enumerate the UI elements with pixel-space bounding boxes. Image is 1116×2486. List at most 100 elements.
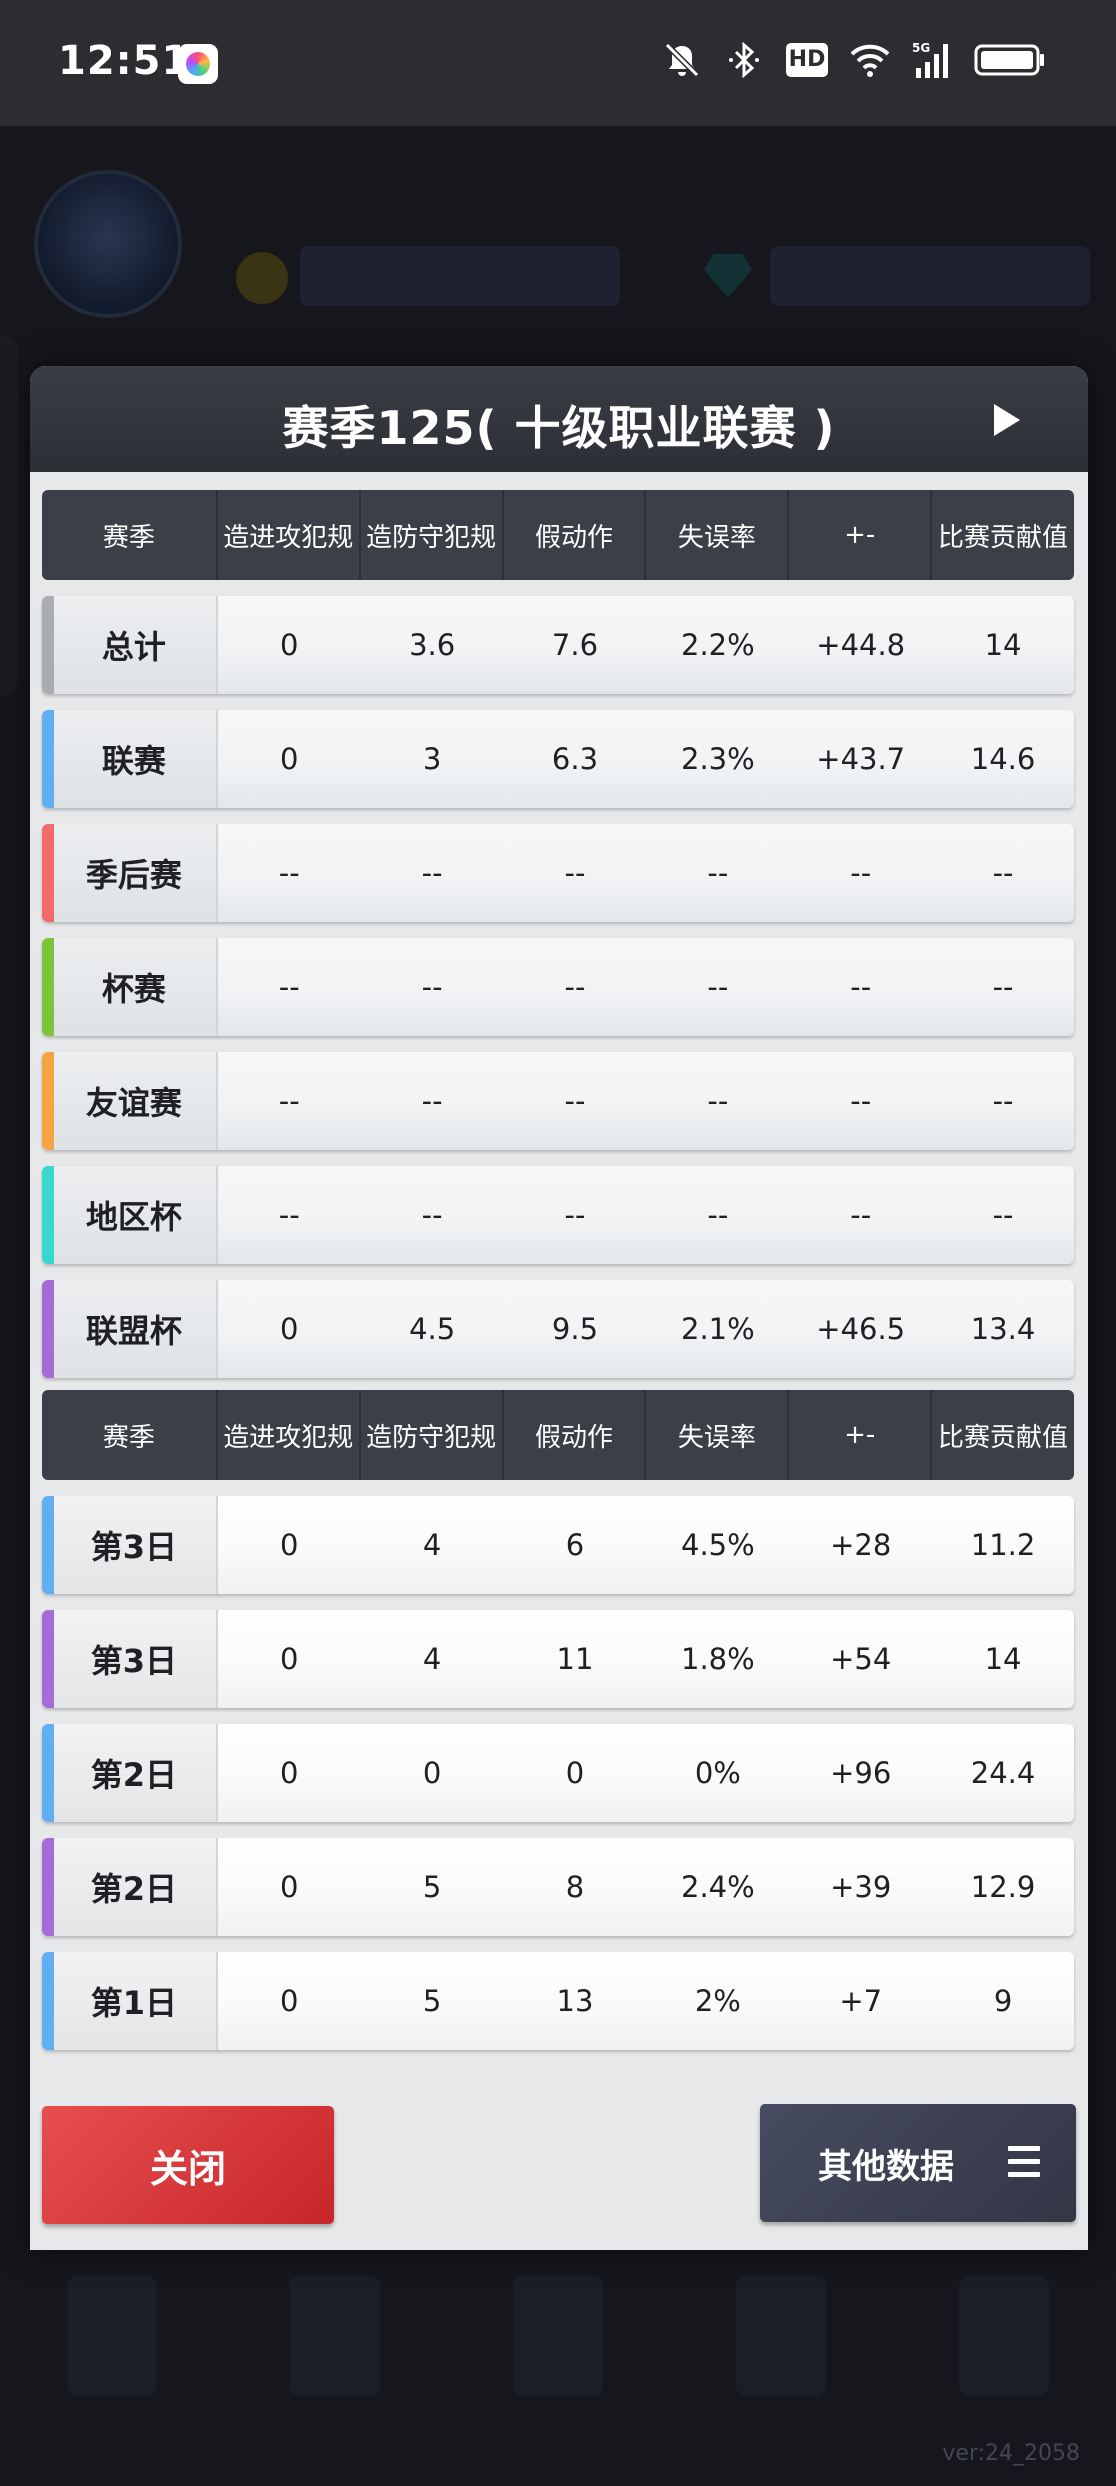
tab-icon — [66, 2276, 157, 2396]
column-header: 失误率 — [646, 490, 790, 580]
bluetooth-icon — [729, 41, 759, 79]
table-row: 友谊赛 -- -- -- -- -- -- — [42, 1052, 1074, 1150]
column-header: +- — [789, 1390, 933, 1480]
svg-text:5G: 5G — [912, 41, 930, 55]
tab-icon — [512, 2276, 603, 2396]
table-cell: -- — [850, 856, 872, 890]
table-header: 赛季 造进攻犯规 造防守犯规 假动作 失误率 +- 比赛贡献值 — [42, 1390, 1074, 1480]
table-cell: 12.9 — [970, 1870, 1036, 1904]
row-label: 地区杯 — [42, 1166, 218, 1264]
table-cell: 24.4 — [970, 1756, 1036, 1790]
next-season-button[interactable] — [990, 400, 1024, 440]
table-row: 第2日 0 0 0 0% +96 24.4 — [42, 1724, 1074, 1822]
table-row: 第2日 0 5 8 2.4% +39 12.9 — [42, 1838, 1074, 1936]
row-color-marker — [42, 1838, 54, 1936]
side-handle — [0, 336, 18, 696]
table-cell: 8 — [565, 1870, 585, 1904]
table-cell: 0 — [280, 1756, 299, 1790]
table-cell: 4 — [422, 1528, 442, 1562]
table-cell: -- — [564, 1198, 586, 1232]
game-stats-table: 赛季 造进攻犯规 造防守犯规 假动作 失误率 +- 比赛贡献值 第3日 0 4 6 4.5% +28 11… — [42, 1390, 1074, 2050]
table-cell: 3.6 — [409, 628, 456, 662]
table-cell: 1.8% — [681, 1642, 755, 1676]
table-row: 第3日 0 4 6 4.5% +28 11.2 — [42, 1496, 1074, 1594]
column-header: 比赛贡献值 — [938, 522, 1069, 553]
other-data-button[interactable]: 其他数据 — [760, 2104, 1076, 2222]
column-header: 赛季 — [42, 1390, 218, 1480]
signal-5g-icon: 5G — [912, 41, 948, 78]
table-row: 联盟杯 0 4.5 9.5 2.1% +46.5 13.4 — [42, 1280, 1074, 1378]
season-stats-dialog: 赛季125( 十级职业联赛 ) 赛季 造进攻犯规 造防守犯规 假动作 失误率 +- 比赛贡献… — [30, 366, 1088, 2250]
column-header: 失误率 — [646, 1390, 790, 1480]
table-cell: 0 — [280, 742, 299, 776]
column-header: 造进攻犯规 — [218, 1390, 361, 1480]
dialog-header: 赛季125( 十级职业联赛 ) — [30, 366, 1088, 472]
row-label: 总计 — [42, 596, 218, 694]
close-button[interactable]: 关闭 — [42, 2106, 334, 2224]
coin-balance-pill — [300, 246, 620, 306]
table-cell: 14.6 — [970, 742, 1036, 776]
table-row: 第3日 0 4 11 1.8% +54 14 — [42, 1610, 1074, 1708]
table-cell: -- — [564, 1084, 586, 1118]
row-label: 友谊赛 — [42, 1052, 218, 1150]
table-cell: 14 — [984, 628, 1022, 662]
column-header: +- — [789, 490, 933, 580]
table-cell: 11.2 — [970, 1528, 1036, 1562]
table-cell: 5 — [422, 1984, 442, 2018]
row-color-marker — [42, 1052, 54, 1150]
table-cell: 0 — [280, 1312, 299, 1346]
tab-icon — [959, 2276, 1050, 2396]
table-row: 联赛 0 3 6.3 2.3% +43.7 14.6 — [42, 710, 1074, 808]
row-label: 第3日 — [42, 1496, 218, 1594]
table-cell: -- — [850, 1198, 872, 1232]
table-cell: 0 — [280, 1642, 299, 1676]
table-cell: 5 — [422, 1870, 442, 1904]
table-cell: +46.5 — [816, 1312, 906, 1346]
table-cell: -- — [992, 856, 1014, 890]
table-cell: 4 — [422, 1642, 442, 1676]
table-cell: 0 — [280, 1984, 299, 2018]
avatar — [34, 170, 182, 318]
table-header: 赛季 造进攻犯规 造防守犯规 假动作 失误率 +- 比赛贡献值 — [42, 490, 1074, 580]
table-cell: 2% — [694, 1984, 741, 2018]
table-cell: -- — [564, 856, 586, 890]
table-row: 杯赛 -- -- -- -- -- -- — [42, 938, 1074, 1036]
gem-balance-pill — [770, 246, 1090, 306]
table-cell: +7 — [839, 1984, 883, 2018]
table-cell: -- — [707, 1084, 729, 1118]
column-header: 比赛贡献值 — [938, 1422, 1069, 1453]
table-cell: 0 — [280, 628, 299, 662]
hd-icon: HD — [786, 43, 828, 77]
table-cell: -- — [707, 856, 729, 890]
row-color-marker — [42, 1952, 54, 2050]
status-time: 12:51 — [58, 38, 191, 84]
row-label: 第2日 — [42, 1838, 218, 1936]
column-header: 造进攻犯规 — [218, 490, 361, 580]
row-label: 第3日 — [42, 1610, 218, 1708]
row-color-marker — [42, 1724, 54, 1822]
table-cell: 13.4 — [970, 1312, 1036, 1346]
table-cell: -- — [278, 1198, 300, 1232]
season-stats-table: 赛季 造进攻犯规 造防守犯规 假动作 失误率 +- 比赛贡献值总计 0 3.6 7.6 2.2% +4… — [42, 490, 1074, 1378]
row-label: 联赛 — [42, 710, 218, 808]
table-cell: -- — [421, 1198, 443, 1232]
table-cell: 0 — [565, 1756, 585, 1790]
column-header: 造防守犯规 — [361, 1390, 504, 1480]
table-cell: 4.5% — [681, 1528, 755, 1562]
row-label: 第2日 — [42, 1724, 218, 1822]
row-color-marker — [42, 938, 54, 1036]
dialog-title: 赛季125( 十级职业联赛 ) — [282, 401, 836, 455]
table-cell: 7.6 — [551, 628, 599, 662]
column-header: 假动作 — [504, 1390, 647, 1480]
row-color-marker — [42, 1166, 54, 1264]
table-cell: -- — [992, 1198, 1014, 1232]
gem-icon — [704, 254, 752, 298]
table-cell: -- — [850, 970, 872, 1004]
column-header: 假动作 — [504, 490, 647, 580]
table-cell: 2.2% — [681, 628, 755, 662]
table-cell: +28 — [830, 1528, 892, 1562]
table-cell: 2.1% — [681, 1312, 755, 1346]
table-cell: 2.3% — [681, 742, 755, 776]
row-color-marker — [42, 1610, 54, 1708]
table-cell: 0 — [280, 1870, 299, 1904]
